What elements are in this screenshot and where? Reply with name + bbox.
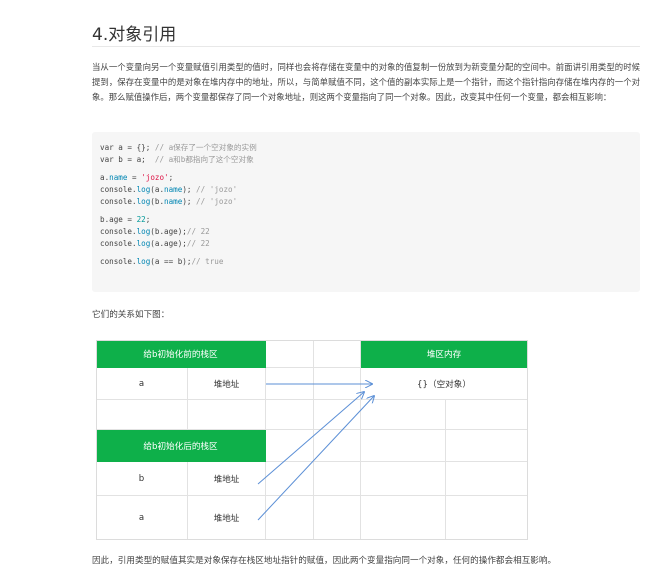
arrow-a-after <box>257 396 374 521</box>
code-line: var a = {}; // a保存了一个空对象的实例 <box>100 143 257 152</box>
arrow-b-after <box>257 392 364 485</box>
article-page: 4.对象引用 当从一个变量向另一个变量赋值引用类型的值时，同样也会将存储在变量中… <box>0 0 650 572</box>
code-line: var b = a; // a和b都指向了这个空对象 <box>100 155 254 164</box>
pointer-arrows <box>257 340 528 521</box>
code-block: var a = {}; // a保存了一个空对象的实例 var b = a; /… <box>92 132 640 292</box>
code-line: console.log(a == b);// true <box>100 257 224 266</box>
code-line: b.age = 22; <box>100 215 151 224</box>
memory-diagram: 给b初始化前的栈区 堆区内存 a 堆地址 {}（空对象） 给b初始化后的栈区 b… <box>96 340 528 540</box>
code-line: console.log(a.name); // 'jozo' <box>100 185 238 194</box>
relation-caption: 它们的关系如下图： <box>92 310 170 320</box>
intro-paragraph: 当从一个变量向另一个变量赋值引用类型的值时，同样也会将存储在变量中的对象的值复制… <box>92 62 640 102</box>
code-line: console.log(b.name); // 'jozo' <box>100 197 238 206</box>
heading-divider <box>92 46 640 47</box>
section-heading: 4.对象引用 <box>92 25 177 45</box>
code-line: a.name = 'jozo'; <box>100 173 174 182</box>
code-line: console.log(b.age);// 22 <box>100 227 210 236</box>
conclusion-paragraph: 因此，引用类型的赋值其实是对象保存在栈区地址指针的赋值，因此两个变量指向同一个对… <box>92 556 557 566</box>
code-line: console.log(a.age);// 22 <box>100 239 210 248</box>
